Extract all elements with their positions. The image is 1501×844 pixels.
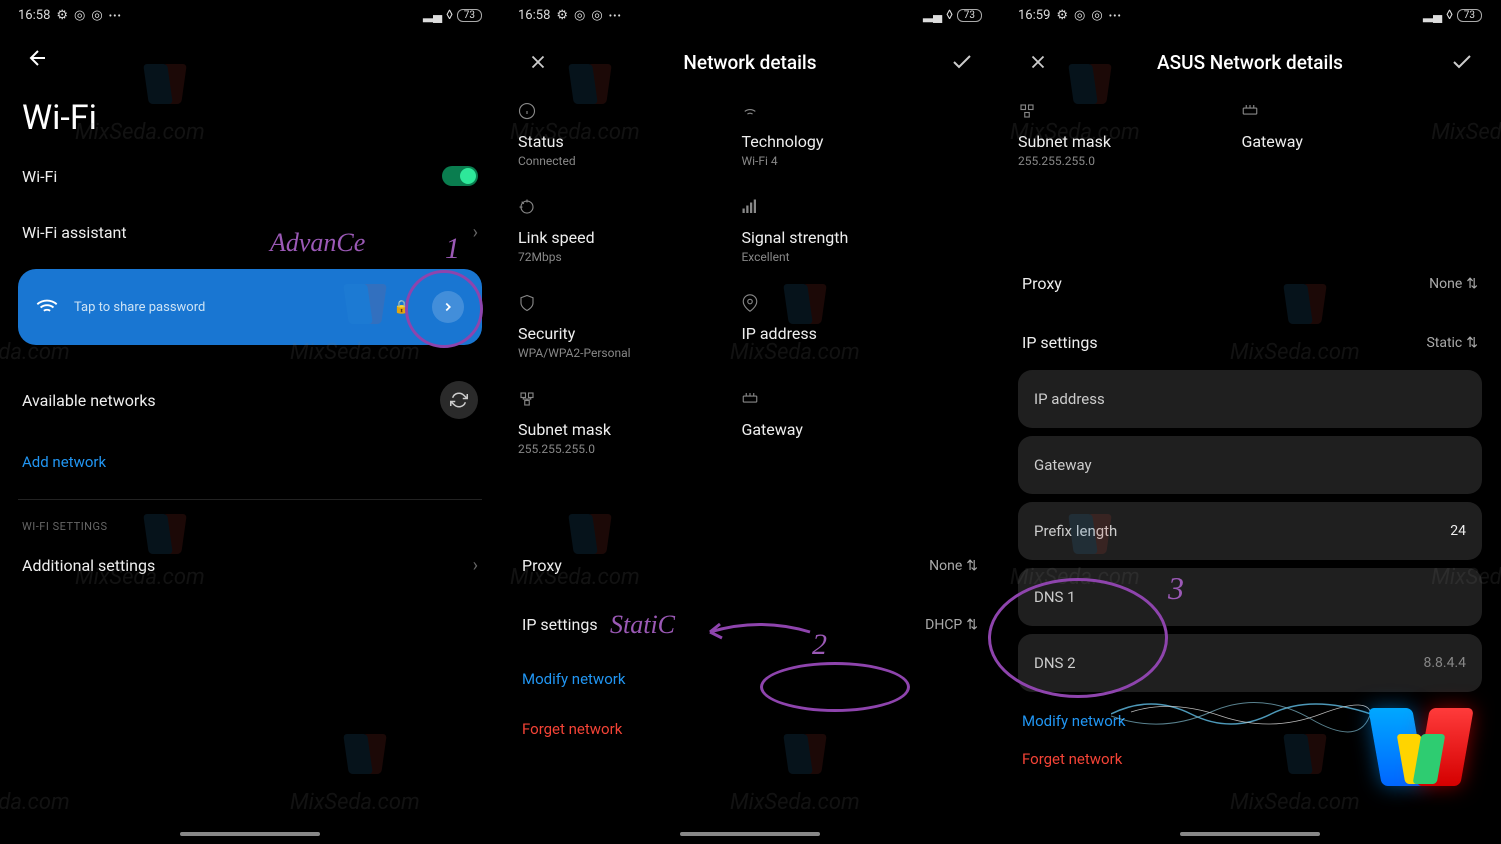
chevron-right-icon: ›	[473, 555, 478, 576]
status-time: 16:59	[1018, 8, 1050, 23]
available-networks-row: Available networks	[18, 363, 482, 437]
clock-icon: ◎	[74, 8, 85, 23]
wifi-assistant-row[interactable]: Wi-Fi assistant ›	[18, 204, 482, 261]
additional-settings-label: Additional settings	[22, 556, 155, 575]
signal-item: Signal strength Excellent	[741, 196, 954, 264]
battery-icon: 73	[457, 9, 482, 22]
wifi-label: Wi-Fi	[22, 167, 57, 186]
add-network-link[interactable]: Add network	[18, 437, 482, 487]
gateway-item: Gateway	[1241, 100, 1454, 168]
header: Network details	[518, 34, 982, 90]
signal-icon: ▂▄	[1423, 7, 1442, 23]
header: ASUS Network details	[1018, 34, 1482, 90]
status-time: 16:58	[518, 8, 550, 23]
header-title: Network details	[558, 51, 942, 74]
more-icon	[609, 8, 622, 23]
details-grid: Status Connected Technology Wi-Fi 4 Link…	[518, 90, 982, 476]
camera-icon: ◎	[91, 8, 102, 23]
status-item: Status Connected	[518, 100, 731, 168]
confirm-button[interactable]	[942, 42, 982, 82]
share-text: Tap to share password	[74, 300, 378, 315]
share-password-card[interactable]: Tap to share password 🔒	[18, 269, 482, 345]
location-icon	[741, 292, 954, 314]
network-icon	[518, 388, 731, 410]
more-icon	[109, 8, 122, 23]
network-icon	[1018, 100, 1231, 122]
close-button[interactable]	[1018, 42, 1058, 82]
battery-icon: 73	[1457, 9, 1482, 22]
camera-icon: ◎	[1091, 8, 1102, 23]
clock-icon: ◎	[1074, 8, 1085, 23]
chevron-right-icon: ›	[473, 222, 478, 243]
bluetooth-icon: ⚙	[56, 8, 68, 23]
gateway-icon	[741, 388, 954, 410]
ip-settings-row[interactable]: IP settings DHCP ⇅	[518, 595, 982, 654]
ip-settings-row[interactable]: IP settings Static ⇅	[1018, 313, 1482, 362]
more-icon	[1109, 8, 1122, 23]
screen-wifi: 16:58 ⚙ ◎ ◎ ▂▄ ◊ 73 Wi-Fi Wi-Fi Wi-Fi as…	[0, 0, 500, 844]
page-title: Wi-Fi	[22, 98, 482, 138]
subnet-item: Subnet mask 255.255.255.0	[518, 388, 731, 456]
back-button[interactable]	[18, 38, 58, 78]
nav-handle[interactable]	[1180, 832, 1320, 836]
gateway-field[interactable]: Gateway	[1018, 436, 1482, 494]
mixseda-logo	[1361, 694, 1481, 804]
nav-handle[interactable]	[680, 832, 820, 836]
details-grid-top: Subnet mask 255.255.255.0 Gateway	[1018, 90, 1482, 174]
info-icon	[518, 100, 731, 122]
wifi-icon	[36, 296, 58, 318]
link-speed-item: Link speed 72Mbps	[518, 196, 731, 264]
prefix-length-field[interactable]: Prefix length 24	[1018, 502, 1482, 560]
wifi-settings-section: WI-FI SETTINGS	[18, 520, 482, 533]
lightning-effect	[1111, 684, 1371, 744]
dns1-field[interactable]: DNS 1	[1018, 568, 1482, 626]
divider	[18, 499, 482, 500]
additional-settings-row[interactable]: Additional settings ›	[18, 537, 482, 594]
wifi-icon	[741, 100, 954, 122]
wifi-icon: ◊	[946, 8, 953, 23]
proxy-row[interactable]: Proxy None ⇅	[518, 536, 982, 595]
proxy-value: None ⇅	[929, 558, 978, 574]
wifi-icon: ◊	[446, 8, 453, 23]
screen-network-details: 16:58 ⚙ ◎ ◎ ▂▄ ◊ 73 Network details	[500, 0, 1000, 844]
status-bar: 16:58 ⚙ ◎ ◎ ▂▄ ◊ 73	[518, 0, 982, 30]
speed-icon	[518, 196, 731, 218]
shield-icon	[518, 292, 731, 314]
wifi-icon: ◊	[1446, 8, 1453, 23]
status-bar: 16:58 ⚙ ◎ ◎ ▂▄ ◊ 73	[18, 0, 482, 30]
gateway-item: Gateway	[741, 388, 954, 456]
available-networks-label: Available networks	[22, 391, 156, 410]
forget-network-link[interactable]: Forget network	[518, 704, 982, 754]
status-time: 16:58	[18, 8, 50, 23]
bluetooth-icon: ⚙	[556, 8, 568, 23]
lock-icon: 🔒	[394, 300, 410, 315]
ip-settings-value: DHCP ⇅	[925, 617, 978, 633]
wifi-toggle-row[interactable]: Wi-Fi	[18, 148, 482, 204]
modify-network-link[interactable]: Modify network	[518, 654, 982, 704]
wifi-toggle[interactable]	[442, 166, 478, 186]
subnet-item: Subnet mask 255.255.255.0	[1018, 100, 1231, 168]
camera-icon: ◎	[591, 8, 602, 23]
ip-item: IP address	[741, 292, 954, 360]
advance-arrow-button[interactable]	[432, 291, 464, 323]
confirm-button[interactable]	[1442, 42, 1482, 82]
close-button[interactable]	[518, 42, 558, 82]
refresh-button[interactable]	[440, 381, 478, 419]
nav-handle[interactable]	[180, 832, 320, 836]
clock-icon: ◎	[574, 8, 585, 23]
security-item: Security WPA/WPA2-Personal	[518, 292, 731, 360]
ip-address-field[interactable]: IP address	[1018, 370, 1482, 428]
battery-icon: 73	[957, 9, 982, 22]
signal-icon: ▂▄	[923, 7, 942, 23]
bluetooth-icon: ⚙	[1056, 8, 1068, 23]
gateway-icon	[1241, 100, 1454, 122]
wifi-assistant-label: Wi-Fi assistant	[22, 223, 127, 242]
status-bar: 16:59 ⚙ ◎ ◎ ▂▄ ◊ 73	[1018, 0, 1482, 30]
proxy-row[interactable]: Proxy None ⇅	[1018, 254, 1482, 313]
technology-item: Technology Wi-Fi 4	[741, 100, 954, 168]
signal-bars-icon	[741, 196, 954, 218]
signal-icon: ▂▄	[423, 7, 442, 23]
header-title: ASUS Network details	[1058, 51, 1442, 74]
